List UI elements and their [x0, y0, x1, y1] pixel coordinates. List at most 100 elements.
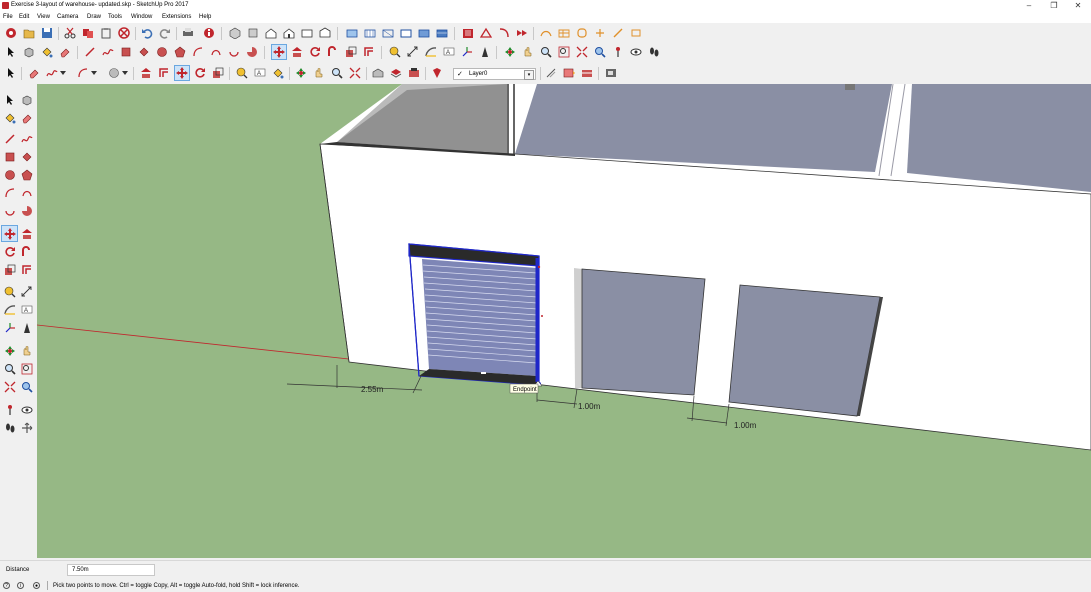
make-component-icon[interactable] — [19, 92, 34, 107]
zoom-icon-2[interactable] — [330, 66, 344, 80]
menu-camera[interactable]: Camera — [57, 14, 78, 20]
top-view-icon[interactable] — [246, 26, 260, 40]
ruby-console-icon[interactable] — [430, 66, 444, 80]
look-around-icon[interactable] — [19, 402, 34, 417]
select-arrow-icon[interactable] — [4, 45, 18, 59]
paste-icon[interactable] — [99, 26, 113, 40]
dimension-tool-icon[interactable] — [406, 45, 420, 59]
flip-edge-icon[interactable] — [629, 26, 643, 40]
maximize-button[interactable]: ❐ — [1041, 0, 1067, 12]
extension-warehouse-icon-2[interactable] — [407, 66, 421, 80]
freehand-tool-icon[interactable] — [19, 131, 34, 146]
scenes-camera-icon[interactable] — [604, 66, 618, 80]
arc-dropdown-icon[interactable] — [76, 66, 90, 80]
3d-text-icon[interactable] — [19, 320, 34, 335]
move-tool-icon[interactable] — [271, 44, 287, 60]
tape-measure-icon-2[interactable] — [235, 66, 249, 80]
move-tool-icon-2[interactable] — [174, 65, 190, 81]
pan-hand-icon-2[interactable] — [312, 66, 326, 80]
tape-measure-icon[interactable] — [388, 45, 402, 59]
getting-started-icon[interactable] — [4, 26, 18, 40]
circle-tool-icon[interactable] — [2, 167, 17, 182]
polygon-tool-icon[interactable] — [173, 45, 187, 59]
back-edges-style-icon[interactable] — [363, 26, 377, 40]
shaded-textures-style-icon[interactable] — [435, 26, 449, 40]
freehand-tool-icon[interactable] — [101, 45, 115, 59]
offset-tool-icon-2[interactable] — [157, 66, 171, 80]
push-pull-icon-2[interactable] — [139, 66, 153, 80]
zoom-icon[interactable] — [539, 45, 553, 59]
previous-view-icon[interactable] — [19, 379, 34, 394]
menu-extensions[interactable]: Extensions — [162, 14, 191, 20]
scale-tool-icon[interactable] — [2, 262, 17, 277]
paint-bucket-icon[interactable] — [40, 45, 54, 59]
previous-view-icon[interactable] — [593, 45, 607, 59]
zoom-icon[interactable] — [2, 361, 17, 376]
warehouse-model-drawing[interactable]: 2.55m 1.00m 1.00m Endpoint — [37, 84, 1091, 558]
push-pull-icon[interactable] — [290, 45, 304, 59]
copy-icon[interactable] — [81, 26, 95, 40]
zoom-extents-icon[interactable] — [2, 379, 17, 394]
follow-me-icon[interactable] — [326, 45, 340, 59]
eraser-icon-2[interactable] — [27, 66, 41, 80]
arc-tool-icon[interactable] — [2, 185, 17, 200]
select-arrow-icon[interactable] — [2, 92, 17, 107]
line-freehand-dropdown-icon[interactable] — [45, 66, 59, 80]
section-plane-icon[interactable] — [562, 66, 576, 80]
rotate-tool-icon-2[interactable] — [193, 66, 207, 80]
measurements-input[interactable]: 7.50m — [67, 564, 155, 576]
scale-tool-icon[interactable] — [344, 45, 358, 59]
menu-tools[interactable]: Tools — [108, 14, 122, 20]
pan-hand-icon[interactable] — [19, 343, 34, 358]
modeling-viewport[interactable]: 2.55m 1.00m 1.00m Endpoint — [37, 84, 1091, 558]
erase-delete-icon[interactable] — [117, 26, 131, 40]
two-point-arc-icon[interactable] — [209, 45, 223, 59]
protractor-icon[interactable] — [2, 302, 17, 317]
orbit-icon[interactable] — [503, 45, 517, 59]
two-point-arc-icon[interactable] — [19, 185, 34, 200]
polygon-tool-icon[interactable] — [19, 167, 34, 182]
model-info-icon[interactable] — [202, 26, 216, 40]
pan-hand-icon[interactable] — [521, 45, 535, 59]
share-component-icon[interactable] — [497, 26, 511, 40]
push-pull-icon[interactable] — [19, 226, 34, 241]
iso-view-icon[interactable] — [228, 26, 242, 40]
select-arrow-icon-2[interactable] — [4, 66, 18, 80]
geolocation-icon[interactable]: ● — [33, 582, 40, 589]
shaded-style-icon[interactable] — [417, 26, 431, 40]
cut-icon[interactable] — [63, 26, 77, 40]
protractor-icon[interactable] — [424, 45, 438, 59]
zoom-extents-icon[interactable] — [575, 45, 589, 59]
follow-me-icon[interactable] — [19, 244, 34, 259]
rectangle-tool-icon[interactable] — [2, 149, 17, 164]
section-display-icon[interactable] — [580, 66, 594, 80]
chevron-down-icon[interactable]: ▾ — [524, 70, 534, 80]
sandbox-from-contours-icon[interactable] — [539, 26, 553, 40]
stamp-icon[interactable] — [593, 26, 607, 40]
menu-help[interactable]: Help — [199, 14, 211, 20]
line-tool-icon[interactable] — [83, 45, 97, 59]
wireframe-style-icon[interactable] — [381, 26, 395, 40]
text-tool-icon-2[interactable]: A — [253, 66, 267, 80]
drape-icon[interactable] — [611, 26, 625, 40]
section-plane-icon[interactable] — [19, 420, 34, 435]
rotate-tool-icon[interactable] — [308, 45, 322, 59]
rotate-tool-icon[interactable] — [2, 244, 17, 259]
eraser-icon[interactable] — [58, 45, 72, 59]
smoove-icon[interactable] — [575, 26, 589, 40]
look-around-icon[interactable] — [629, 45, 643, 59]
position-camera-icon[interactable] — [2, 402, 17, 417]
make-component-icon[interactable] — [22, 45, 36, 59]
pie-tool-icon[interactable] — [19, 203, 34, 218]
chevron-down-icon[interactable] — [59, 66, 66, 80]
pie-tool-icon[interactable] — [245, 45, 259, 59]
info-icon[interactable]: i — [17, 582, 24, 589]
rectangle-tool-icon[interactable] — [119, 45, 133, 59]
shadows-icon[interactable] — [544, 66, 558, 80]
shapes-dropdown-icon[interactable] — [107, 66, 121, 80]
rotated-rectangle-icon[interactable] — [19, 149, 34, 164]
menu-file[interactable]: File — [3, 14, 13, 20]
save-icon[interactable] — [40, 26, 54, 40]
3d-warehouse-icon[interactable] — [371, 66, 385, 80]
arc-tool-icon[interactable] — [191, 45, 205, 59]
